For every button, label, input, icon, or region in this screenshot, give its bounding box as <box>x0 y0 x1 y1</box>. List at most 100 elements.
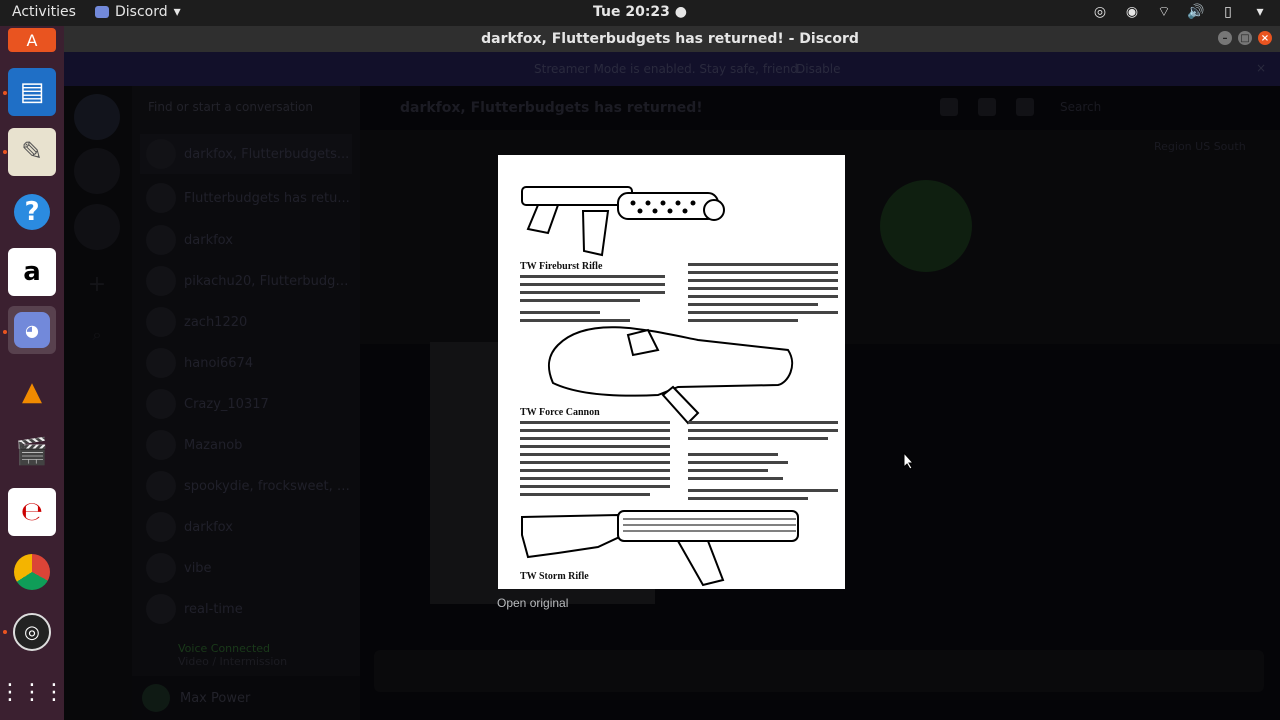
avatar <box>146 512 176 542</box>
add-friend-icon[interactable] <box>978 98 996 116</box>
volume-icon[interactable]: 🔊 <box>1186 2 1206 22</box>
discord-dock-icon[interactable]: ◕ <box>8 306 56 354</box>
avatar <box>146 553 176 583</box>
image-viewer[interactable]: TW Fireburst Rifle TW Force Cannon TW St… <box>498 155 845 589</box>
show-applications-icon[interactable]: ⋮⋮⋮ <box>0 668 65 716</box>
writer-icon[interactable]: ▤ <box>8 68 56 116</box>
avatar <box>146 225 176 255</box>
banner-text: Streamer Mode is enabled. Stay safe, fri… <box>534 62 802 76</box>
app-menu[interactable]: Discord ▾ <box>95 4 181 20</box>
window-titlebar: darkfox, Flutterbudgets has returned! - … <box>64 26 1280 52</box>
list-item[interactable]: darkfox <box>140 220 352 260</box>
header-icons <box>940 98 1034 116</box>
open-original-link[interactable]: Open original <box>497 596 568 610</box>
explore-icon[interactable]: ⌕ <box>74 312 120 358</box>
dock: A ▤ ✎ ? a ◕ ▲ 🎬 ℮ ◎ ⋮⋮⋮ <box>0 26 65 720</box>
list-item[interactable]: zach1220 <box>140 302 352 342</box>
dm-list: Find or start a conversation darkfox, Fl… <box>132 86 360 720</box>
server-icon[interactable] <box>74 204 120 250</box>
avatar <box>146 430 176 460</box>
banner-disable-button[interactable]: Disable <box>796 62 841 76</box>
channel-header: darkfox, Flutterbudgets has returned! Se… <box>360 86 1280 130</box>
avatar <box>146 389 176 419</box>
evince-icon[interactable]: ℮ <box>8 488 56 536</box>
clock[interactable]: Tue 20:23 ● <box>593 4 687 20</box>
list-item[interactable]: darkfox, Flutterbudgets... <box>140 134 352 174</box>
running-indicator <box>3 91 7 95</box>
avatar <box>146 266 176 296</box>
close-button[interactable]: × <box>1258 31 1272 45</box>
text-editor-icon[interactable]: ✎ <box>8 128 56 176</box>
vlc-icon[interactable]: ▲ <box>8 368 56 416</box>
dm-name: vibe <box>184 560 212 576</box>
system-menu-chevron-icon[interactable]: ▾ <box>1250 2 1270 22</box>
dm-search-input[interactable]: Find or start a conversation <box>142 96 350 122</box>
help-icon[interactable]: ? <box>8 188 56 236</box>
page-heading: TW Fireburst Rifle <box>520 261 603 272</box>
region-selector[interactable]: Region US South <box>1154 140 1246 153</box>
chrome-icon[interactable] <box>8 548 56 596</box>
message-composer[interactable] <box>374 650 1264 692</box>
avatar <box>146 307 176 337</box>
members-icon[interactable] <box>1016 98 1034 116</box>
wifi-icon[interactable]: ⌔ <box>1154 2 1174 22</box>
dm-name: zach1220 <box>184 314 248 330</box>
battery-icon[interactable]: ▯ <box>1218 2 1238 22</box>
avatar <box>146 471 176 501</box>
search-input[interactable]: Search <box>1054 98 1184 118</box>
obs-icon[interactable]: ◎ <box>8 608 56 656</box>
chevron-down-icon: ▾ <box>173 4 181 20</box>
maximize-button[interactable]: □ <box>1238 31 1252 45</box>
top-bar: Activities Discord ▾ Tue 20:23 ● ◎ ◉ ⌔ 🔊… <box>0 0 1280 26</box>
discord-icon <box>95 6 109 18</box>
avatar[interactable] <box>142 684 170 712</box>
scanned-page-image <box>520 186 838 587</box>
channel-title: darkfox, Flutterbudgets has returned! <box>400 100 703 116</box>
dm-name: Mazanob <box>184 437 243 453</box>
discord-tray-icon[interactable]: ◉ <box>1122 2 1142 22</box>
dm-name: darkfox, Flutterbudgets... <box>184 146 350 162</box>
avatar <box>146 594 176 624</box>
clock-label: Tue 20:23 <box>592 4 670 20</box>
ubuntu-software-icon[interactable]: A <box>8 28 56 52</box>
list-item[interactable]: Crazy_10317 <box>140 384 352 424</box>
region-value: US South <box>1195 140 1246 153</box>
avatar <box>146 139 176 169</box>
voice-channel-label: Video / Intermission <box>178 655 288 668</box>
window-controls: – □ × <box>1218 31 1272 45</box>
app-menu-label: Discord <box>115 4 168 20</box>
running-indicator <box>3 330 7 334</box>
list-item[interactable]: vibe <box>140 548 352 588</box>
video-editor-icon[interactable]: 🎬 <box>8 428 56 476</box>
list-item[interactable]: spookydie, frocksweet, K... <box>140 466 352 506</box>
pin-icon[interactable] <box>940 98 958 116</box>
dm-name: spookydie, frocksweet, K... <box>184 478 352 494</box>
streamer-mode-banner: Streamer Mode is enabled. Stay safe, fri… <box>64 52 1280 86</box>
banner-close-icon[interactable]: × <box>1256 61 1266 75</box>
amazon-icon[interactable]: a <box>8 248 56 296</box>
server-list: + ⌕ <box>64 86 132 720</box>
add-server-icon[interactable]: + <box>74 262 120 308</box>
avatar <box>146 348 176 378</box>
minimize-button[interactable]: – <box>1218 31 1232 45</box>
dm-name: darkfox <box>184 519 233 535</box>
window-title: darkfox, Flutterbudgets has returned! - … <box>481 31 859 47</box>
system-tray: ◎ ◉ ⌔ 🔊 ▯ ▾ <box>1090 2 1270 22</box>
region-label: Region <box>1154 140 1192 153</box>
dm-name: Flutterbudgets has retu... <box>184 190 350 206</box>
list-item[interactable]: Mazanob <box>140 425 352 465</box>
dm-name: Crazy_10317 <box>184 396 269 412</box>
mouse-cursor-icon <box>903 452 915 470</box>
list-item[interactable]: real-time <box>140 589 352 629</box>
list-item[interactable]: darkfox <box>140 507 352 547</box>
username: Max Power <box>180 690 251 706</box>
home-button[interactable] <box>74 94 120 140</box>
running-indicator <box>3 630 7 634</box>
obs-tray-icon[interactable]: ◎ <box>1090 2 1110 22</box>
activities-button[interactable]: Activities <box>12 4 76 20</box>
list-item[interactable]: hanoi6674 <box>140 343 352 383</box>
dm-name: darkfox <box>184 232 233 248</box>
list-item[interactable]: pikachu20, Flutterbudge... <box>140 261 352 301</box>
list-item[interactable]: Flutterbudgets has retu... <box>140 178 352 218</box>
server-icon[interactable] <box>74 148 120 194</box>
